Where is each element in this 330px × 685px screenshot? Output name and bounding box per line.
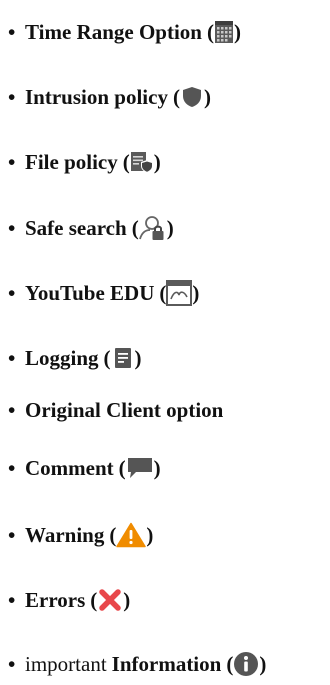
open-paren: ( [159, 280, 167, 305]
list-item-safe-search: • Safe search ( ) [8, 208, 174, 248]
browser-window-icon [166, 280, 193, 306]
close-paren: ) [146, 522, 154, 547]
item-label: Intrusion policy [25, 84, 168, 109]
close-paren: ) [153, 455, 161, 480]
open-paren: ( [103, 345, 111, 370]
log-document-icon [114, 347, 132, 369]
item-label: Safe search [25, 215, 127, 240]
list-item-logging: • Logging ( ) [8, 338, 142, 378]
list-item-original-client-option: • Original Client option [8, 390, 223, 430]
list-item-comment: • Comment ( ) [8, 448, 161, 488]
item-label: Warning [25, 522, 105, 547]
close-paren: ) [166, 215, 174, 240]
warning-triangle-icon [116, 522, 147, 548]
item-prefix: important [25, 651, 107, 676]
open-paren: ( [172, 84, 180, 109]
list-item-errors: • Errors ( ) [8, 580, 130, 620]
item-label: Information [111, 651, 222, 676]
close-paren: ) [192, 280, 200, 305]
item-label: Time Range Option [25, 19, 202, 44]
item-label: YouTube EDU [25, 280, 155, 305]
close-paren: ) [153, 149, 161, 174]
legend-list: • Time Range Option ( ) • Intrusion poli… [0, 0, 330, 685]
person-lock-icon [138, 215, 167, 241]
bullet: • [8, 280, 16, 305]
item-label: Logging [25, 345, 99, 370]
close-paren: ) [259, 651, 267, 676]
bullet: • [8, 455, 16, 480]
bullet: • [8, 587, 16, 612]
file-shield-icon [130, 150, 154, 174]
bullet: • [8, 651, 16, 676]
open-paren: ( [206, 19, 214, 44]
bullet: • [8, 215, 16, 240]
bullet: • [8, 345, 16, 370]
calendar-icon [214, 20, 234, 44]
item-label: Original Client option [25, 397, 224, 422]
bullet: • [8, 149, 16, 174]
item-label: Comment [25, 455, 114, 480]
bullet: • [8, 19, 16, 44]
item-label: Errors [25, 587, 86, 612]
open-paren: ( [122, 149, 130, 174]
bullet: • [8, 397, 16, 422]
list-item-intrusion-policy: • Intrusion policy ( ) [8, 77, 211, 117]
list-item-warning: • Warning ( ) [8, 515, 153, 555]
speech-bubble-icon [126, 456, 154, 480]
close-paren: ) [233, 19, 241, 44]
close-paren: ) [203, 84, 211, 109]
info-icon [233, 651, 259, 677]
open-paren: ( [131, 215, 139, 240]
close-paren: ) [123, 587, 131, 612]
open-paren: ( [226, 651, 234, 676]
item-label: File policy [25, 149, 118, 174]
list-item-information: • important Information ( ) [8, 644, 266, 684]
list-item-youtube-edu: • YouTube EDU ( ) [8, 273, 199, 313]
open-paren: ( [109, 522, 117, 547]
shield-icon [180, 85, 204, 109]
list-item-time-range-option: • Time Range Option ( ) [8, 12, 241, 52]
list-item-file-policy: • File policy ( ) [8, 142, 161, 182]
bullet: • [8, 522, 16, 547]
close-paren: ) [134, 345, 142, 370]
open-paren: ( [118, 455, 126, 480]
error-x-icon [97, 588, 123, 612]
bullet: • [8, 84, 16, 109]
open-paren: ( [90, 587, 98, 612]
